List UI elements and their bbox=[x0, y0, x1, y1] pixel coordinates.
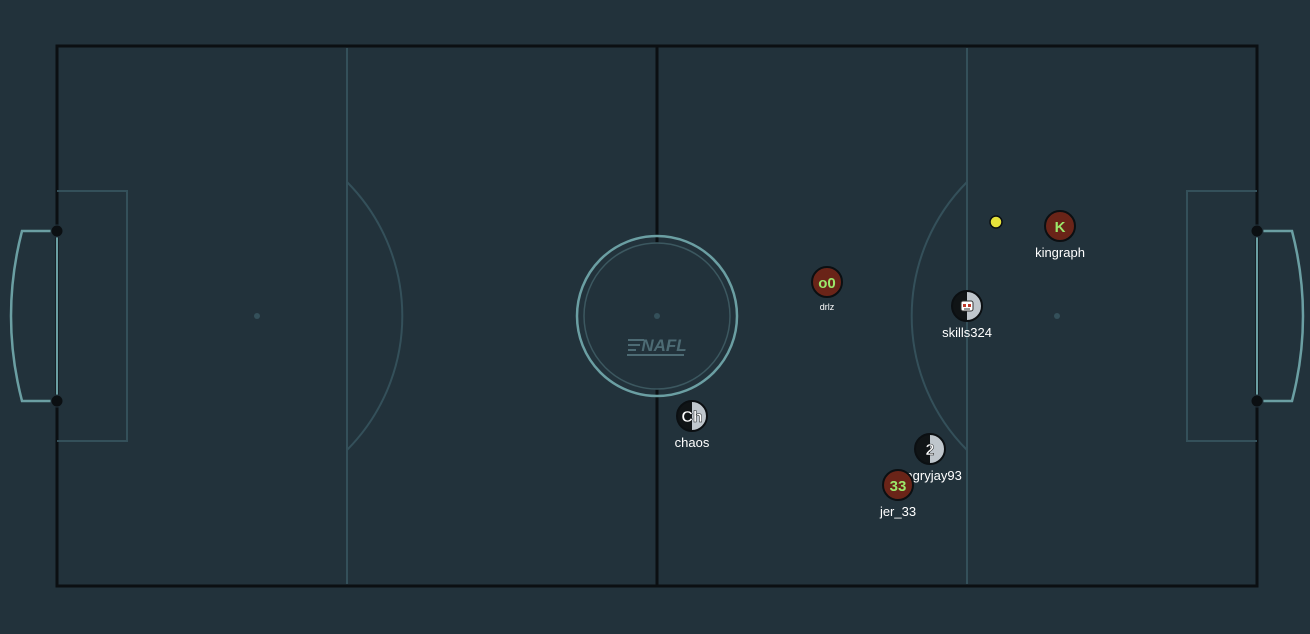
player-avatar-text: 33 bbox=[890, 478, 907, 495]
right-goalpost-top bbox=[1250, 224, 1264, 238]
robot-face-icon bbox=[960, 300, 974, 312]
player-name: chaos bbox=[675, 435, 710, 450]
player-avatar-text: Ch bbox=[681, 409, 702, 426]
player-avatar-text: 2 bbox=[926, 442, 935, 459]
player-name: skills324 bbox=[942, 325, 992, 340]
game-canvas[interactable]: NAFL K kingraph o0 drlz skills324 Ch cha… bbox=[0, 0, 1310, 634]
player-name: kingraph bbox=[1035, 245, 1085, 260]
center-circle bbox=[575, 234, 739, 398]
player[interactable]: Ch chaos bbox=[675, 400, 710, 450]
right-spot bbox=[1054, 313, 1060, 319]
player-avatar-text: o0 bbox=[818, 275, 836, 292]
player-name: jer_33 bbox=[879, 504, 916, 519]
right-goalpost-bottom bbox=[1250, 394, 1264, 408]
right-goal bbox=[1250, 224, 1305, 408]
left-goalpost-top bbox=[50, 224, 64, 238]
player-name: drlz bbox=[820, 302, 835, 312]
left-goal bbox=[9, 224, 64, 408]
left-goalpost-bottom bbox=[50, 394, 64, 408]
player-avatar-text: K bbox=[1055, 219, 1066, 236]
ball-icon bbox=[989, 215, 1003, 229]
left-spot bbox=[254, 313, 260, 319]
nafl-logo-text: NAFL bbox=[641, 336, 686, 355]
